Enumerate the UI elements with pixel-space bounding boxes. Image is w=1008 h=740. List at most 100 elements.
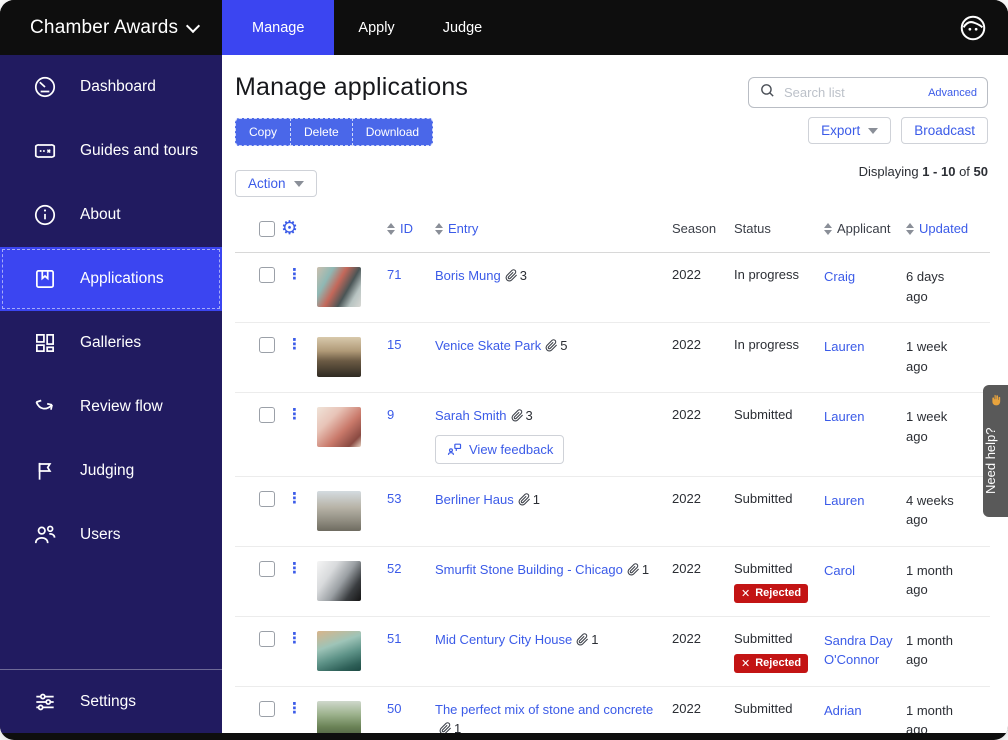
- sidebar-item-galleries[interactable]: Galleries: [0, 311, 222, 375]
- page-title: Manage applications: [235, 73, 468, 102]
- status-cell: Submitted: [734, 491, 824, 506]
- sidebar-item-label: Users: [80, 526, 120, 544]
- column-header-updated[interactable]: Updated: [906, 221, 990, 236]
- applicant-link[interactable]: Carol: [824, 563, 855, 578]
- season-cell: 2022: [672, 337, 734, 352]
- row-menu-icon[interactable]: ⋮: [281, 406, 308, 423]
- entry-thumbnail[interactable]: [317, 267, 361, 307]
- applicant-link[interactable]: Lauren: [824, 339, 864, 354]
- sliders-icon: [32, 689, 58, 715]
- season-cell: 2022: [672, 631, 734, 646]
- sidebar-item-settings[interactable]: Settings: [0, 669, 222, 733]
- entry-title-link[interactable]: Boris Mung: [435, 268, 501, 283]
- user-avatar-icon[interactable]: [958, 13, 988, 43]
- entry-id-link[interactable]: 9: [387, 407, 394, 422]
- sidebar-item-label: Applications: [80, 270, 164, 288]
- entry-thumbnail[interactable]: [317, 561, 361, 601]
- status-cell: Submitted ✕Rejected: [734, 631, 824, 673]
- entry-thumbnail[interactable]: [317, 337, 361, 377]
- sidebar-item-review-flow[interactable]: Review flow: [0, 375, 222, 439]
- select-all-checkbox[interactable]: [259, 221, 275, 237]
- tab-manage[interactable]: Manage: [222, 0, 334, 55]
- sidebar-item-label: Settings: [80, 693, 136, 711]
- app-window: Chamber Awards Manage Apply Judge: [0, 0, 1008, 740]
- sidebar-item-users[interactable]: Users: [0, 503, 222, 567]
- column-header-applicant[interactable]: Applicant: [824, 221, 906, 236]
- need-help-tab[interactable]: Need help?: [983, 385, 1008, 517]
- row-checkbox[interactable]: [259, 631, 275, 647]
- row-checkbox[interactable]: [259, 561, 275, 577]
- column-header-entry[interactable]: Entry: [435, 221, 672, 236]
- export-dropdown[interactable]: Export: [808, 117, 891, 144]
- entry-id-link[interactable]: 51: [387, 631, 401, 646]
- entry-title-link[interactable]: Sarah Smith: [435, 408, 507, 423]
- waving-hand-icon: [988, 393, 1003, 413]
- row-menu-icon[interactable]: ⋮: [281, 266, 308, 283]
- applicant-link[interactable]: Lauren: [824, 493, 864, 508]
- sidebar-item-dashboard[interactable]: Dashboard: [0, 55, 222, 119]
- download-button[interactable]: Download: [352, 118, 433, 146]
- applicant-link[interactable]: Lauren: [824, 409, 864, 424]
- view-feedback-button[interactable]: View feedback: [435, 435, 564, 464]
- entry-id-link[interactable]: 50: [387, 701, 401, 716]
- delete-button[interactable]: Delete: [290, 118, 353, 146]
- tab-judge[interactable]: Judge: [419, 0, 507, 55]
- flag-icon: [32, 458, 58, 484]
- entry-title-link[interactable]: The perfect mix of stone and concrete: [435, 702, 653, 717]
- row-menu-icon[interactable]: ⋮: [281, 700, 308, 717]
- info-icon: [32, 202, 58, 228]
- entry-id-link[interactable]: 52: [387, 561, 401, 576]
- sidebar-item-label: Guides and tours: [80, 142, 198, 160]
- action-dropdown[interactable]: Action: [235, 170, 317, 197]
- workspace-switcher[interactable]: Chamber Awards: [0, 0, 222, 55]
- need-help-label: Need help?: [983, 415, 1008, 507]
- main-content: Manage applications Copy Delete Download…: [222, 55, 1008, 733]
- tab-apply[interactable]: Apply: [334, 0, 418, 55]
- chevron-down-icon: [186, 18, 200, 32]
- row-checkbox[interactable]: [259, 407, 275, 423]
- entry-title-link[interactable]: Mid Century City House: [435, 632, 572, 647]
- row-menu-icon[interactable]: ⋮: [281, 560, 308, 577]
- column-header-season: Season: [672, 221, 734, 236]
- entry-title-link[interactable]: Venice Skate Park: [435, 338, 541, 353]
- applicant-link[interactable]: Adrian: [824, 703, 862, 718]
- entry-thumbnail[interactable]: [317, 631, 361, 671]
- entry-thumbnail[interactable]: [317, 701, 361, 733]
- x-icon: ✕: [741, 587, 750, 600]
- entry-thumbnail[interactable]: [317, 491, 361, 531]
- row-menu-icon[interactable]: ⋮: [281, 630, 308, 647]
- row-checkbox[interactable]: [259, 337, 275, 353]
- row-checkbox[interactable]: [259, 267, 275, 283]
- entry-id-link[interactable]: 71: [387, 267, 401, 282]
- row-menu-icon[interactable]: ⋮: [281, 490, 308, 507]
- sidebar-item-about[interactable]: About: [0, 183, 222, 247]
- entry-thumbnail[interactable]: [317, 407, 361, 447]
- column-header-id[interactable]: ID: [387, 221, 435, 236]
- search-box: Advanced: [748, 77, 988, 108]
- search-input[interactable]: [784, 85, 920, 100]
- sidebar-item-judging[interactable]: Judging: [0, 439, 222, 503]
- x-icon: ✕: [741, 657, 750, 670]
- advanced-search-link[interactable]: Advanced: [928, 87, 977, 99]
- sidebar-item-guides-and-tours[interactable]: Guides and tours: [0, 119, 222, 183]
- row-checkbox[interactable]: [259, 491, 275, 507]
- gear-icon[interactable]: ⚙: [281, 219, 298, 238]
- entry-id-link[interactable]: 15: [387, 337, 401, 352]
- action-label: Action: [248, 176, 286, 191]
- updated-cell: 1 month ago: [906, 631, 990, 670]
- table-row: ⋮ 51 Mid Century City House 1 2022 Submit…: [235, 617, 990, 687]
- sidebar-item-applications[interactable]: Applications: [0, 247, 222, 311]
- copy-button[interactable]: Copy: [235, 118, 291, 146]
- applicant-link[interactable]: Sandra Day O'Connor: [824, 633, 893, 668]
- applicant-link[interactable]: Craig: [824, 269, 855, 284]
- sidebar-item-label: Review flow: [80, 398, 163, 416]
- sort-icon: [906, 223, 914, 235]
- entry-title-link[interactable]: Berliner Haus: [435, 492, 514, 507]
- bookmark-icon: [32, 266, 58, 292]
- entry-title-link[interactable]: Smurfit Stone Building - Chicago: [435, 562, 623, 577]
- row-menu-icon[interactable]: ⋮: [281, 336, 308, 353]
- row-checkbox[interactable]: [259, 701, 275, 717]
- entry-id-link[interactable]: 53: [387, 491, 401, 506]
- attachment-count: 1: [576, 632, 598, 647]
- broadcast-button[interactable]: Broadcast: [901, 117, 988, 144]
